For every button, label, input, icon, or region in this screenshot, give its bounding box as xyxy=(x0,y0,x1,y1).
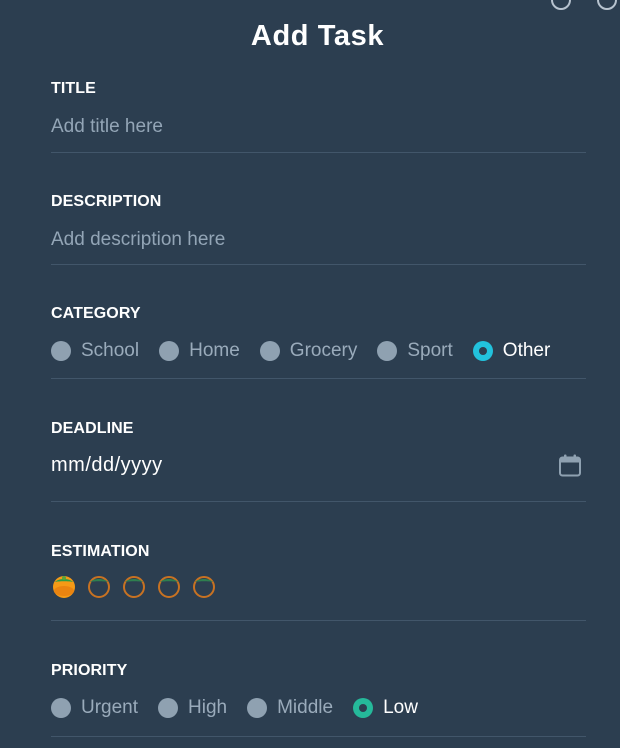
priority-radio-high[interactable]: High xyxy=(158,697,227,719)
priority-field-section: PRIORITY Urgent High Middle Low xyxy=(51,662,586,720)
add-task-panel: Add Task TITLE Add title here DESCRIPTIO… xyxy=(0,0,620,748)
priority-radio-group: Urgent High Middle Low xyxy=(51,696,586,720)
tomato-empty-icon[interactable] xyxy=(191,573,217,599)
category-radio-home[interactable]: Home xyxy=(159,340,240,362)
radio-dot-icon[interactable] xyxy=(247,698,268,718)
calendar-icon[interactable] xyxy=(558,453,582,478)
deadline-field-section: DEADLINE mm/dd/yyyy xyxy=(51,420,586,478)
page-title: Add Task xyxy=(250,20,385,52)
priority-radio-urgent[interactable]: Urgent xyxy=(51,697,138,719)
priority-label: PRIORITY xyxy=(51,662,128,679)
window-control-circle-icon[interactable] xyxy=(597,0,617,10)
category-option-label: Other xyxy=(502,340,551,361)
category-option-label: Home xyxy=(189,340,240,361)
tomato-empty-icon[interactable] xyxy=(156,573,182,599)
divider xyxy=(51,264,586,265)
deadline-label: DEADLINE xyxy=(51,420,134,437)
category-option-label: Sport xyxy=(407,340,453,361)
window-control-circle-icon[interactable] xyxy=(551,0,571,10)
category-radio-school[interactable]: School xyxy=(51,340,139,362)
radio-dot-icon[interactable] xyxy=(51,698,71,718)
category-radio-other[interactable]: Other xyxy=(472,340,551,362)
category-field-section: CATEGORY School Home Grocery Sport Other xyxy=(51,305,586,363)
divider xyxy=(51,501,586,502)
divider xyxy=(51,152,586,153)
radio-dot-icon[interactable] xyxy=(51,341,71,361)
category-option-label: Grocery xyxy=(289,340,358,361)
radio-dot-icon[interactable] xyxy=(158,698,179,718)
priority-radio-low[interactable]: Low xyxy=(353,697,418,719)
category-radio-sport[interactable]: Sport xyxy=(377,340,453,362)
title-field-section: TITLE Add title here xyxy=(51,80,586,138)
tomato-empty-icon[interactable] xyxy=(86,573,112,599)
deadline-value[interactable]: mm/dd/yyyy xyxy=(51,454,163,477)
title-label: TITLE xyxy=(51,80,96,97)
category-radio-group: School Home Grocery Sport Other xyxy=(51,339,586,363)
title-input[interactable]: Add title here xyxy=(51,116,586,138)
description-field-section: DESCRIPTION Add description here xyxy=(51,193,586,251)
deadline-input[interactable]: mm/dd/yyyy xyxy=(51,452,586,478)
radio-selected-icon[interactable] xyxy=(472,341,493,361)
priority-option-label: Low xyxy=(383,697,418,718)
radio-dot-icon[interactable] xyxy=(159,341,180,361)
category-radio-grocery[interactable]: Grocery xyxy=(259,340,358,362)
radio-dot-icon[interactable] xyxy=(259,341,280,361)
priority-option-label: Urgent xyxy=(81,697,139,718)
estimation-field-section: ESTIMATION xyxy=(51,543,586,599)
radio-dot-icon[interactable] xyxy=(377,341,398,361)
divider xyxy=(51,736,586,737)
priority-option-label: Middle xyxy=(277,697,334,718)
estimation-label: ESTIMATION xyxy=(51,543,150,560)
priority-radio-middle[interactable]: Middle xyxy=(247,697,333,719)
category-label: CATEGORY xyxy=(51,305,141,322)
estimation-tomatoes xyxy=(51,573,586,599)
tomato-empty-icon[interactable] xyxy=(121,573,147,599)
divider xyxy=(51,378,586,379)
description-label: DESCRIPTION xyxy=(51,193,162,210)
priority-option-label: High xyxy=(188,697,228,718)
divider xyxy=(51,620,586,621)
description-input[interactable]: Add description here xyxy=(51,229,586,251)
tomato-filled-icon[interactable] xyxy=(51,573,77,599)
radio-selected-icon[interactable] xyxy=(353,698,374,718)
category-option-label: School xyxy=(81,340,140,361)
